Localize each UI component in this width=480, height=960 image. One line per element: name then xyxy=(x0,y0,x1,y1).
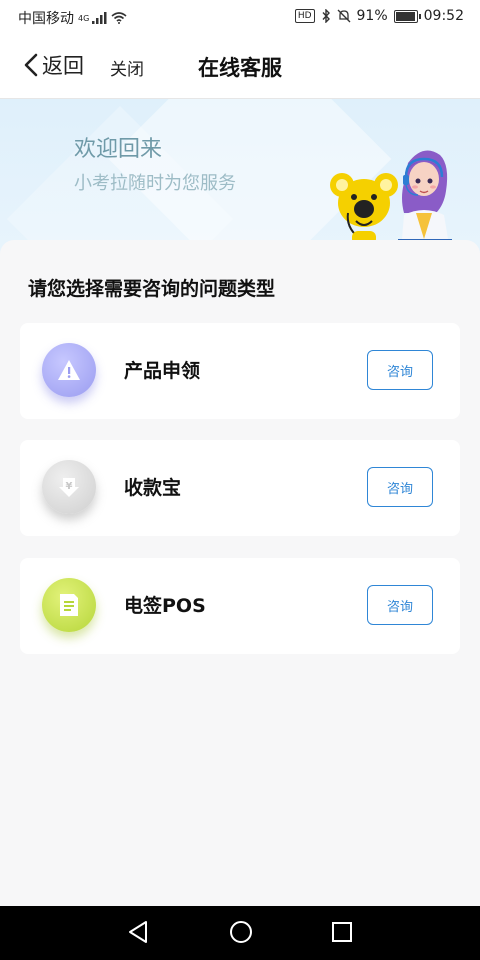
welcome-banner: 欢迎回来 小考拉随时为您服务 xyxy=(0,99,480,259)
section-title: 请您选择需要咨询的问题类型 xyxy=(28,278,276,300)
status-bar: 中国移动 4G HD 91% 09:52 xyxy=(0,0,480,34)
battery-icon xyxy=(393,9,421,23)
recent-apps-square-icon[interactable] xyxy=(330,919,354,945)
option-label: 电签POS xyxy=(124,595,206,617)
option-card-shoukuanbao[interactable]: ¥ 收款宝 咨询 xyxy=(20,440,460,536)
system-navigation-bar xyxy=(0,906,480,960)
carrier-name: 中国移动 xyxy=(18,11,74,27)
welcome-subtitle: 小考拉随时为您服务 xyxy=(74,173,236,194)
hd-badge: HD xyxy=(294,9,315,23)
consult-button[interactable]: 咨询 xyxy=(367,585,433,625)
back-triangle-icon[interactable] xyxy=(126,919,150,945)
battery-percent: 91% xyxy=(356,8,388,24)
mute-bell-icon xyxy=(337,9,350,23)
bluetooth-icon xyxy=(322,9,330,23)
option-label: 产品申领 xyxy=(124,360,201,382)
network-type: 4G xyxy=(78,13,90,23)
welcome-title: 欢迎回来 xyxy=(74,137,163,162)
svg-text:¥: ¥ xyxy=(66,481,73,492)
option-card-product-apply[interactable]: 产品申领 咨询 xyxy=(20,323,460,419)
koala-agent-illustration xyxy=(330,150,452,253)
yuan-download-icon: ¥ xyxy=(42,460,96,514)
question-type-panel: 请您选择需要咨询的问题类型 产品申领 咨询 ¥ 收款宝 咨询 电签POS 咨询 xyxy=(0,240,480,906)
home-circle-icon[interactable] xyxy=(228,919,254,945)
consult-button[interactable]: 咨询 xyxy=(367,467,433,507)
top-nav-bar: 返回 关闭 在线客服 xyxy=(0,34,480,99)
signal-icon xyxy=(92,12,107,24)
document-icon xyxy=(42,578,96,632)
consult-button[interactable]: 咨询 xyxy=(367,350,433,390)
clock: 09:52 xyxy=(423,8,464,24)
wifi-icon xyxy=(111,12,127,24)
option-label: 收款宝 xyxy=(124,477,182,499)
warning-icon xyxy=(42,343,96,397)
page-title: 在线客服 xyxy=(198,56,282,80)
option-card-e-sign-pos[interactable]: 电签POS 咨询 xyxy=(20,558,460,654)
